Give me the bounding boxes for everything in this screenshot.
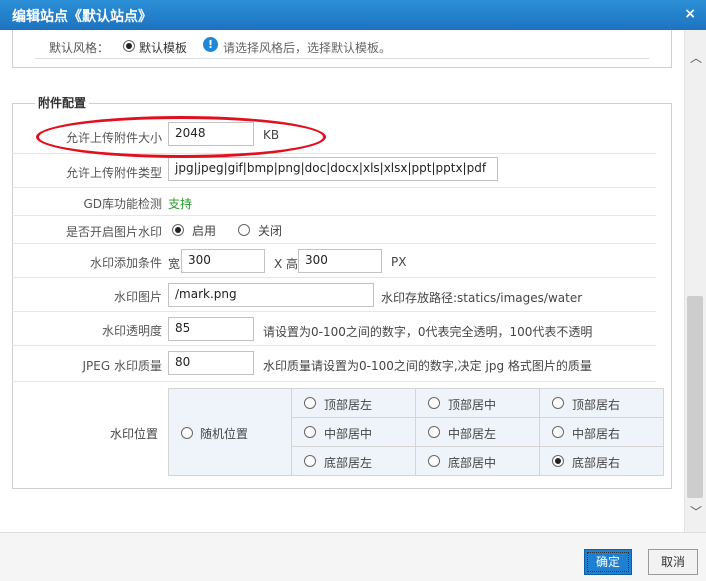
pos-mid-1-radio[interactable] [304,426,316,438]
max-size-input[interactable]: 2048 [168,122,254,146]
watermark-off-label: 关闭 [258,224,283,238]
pos-bottom-left-radio[interactable] [304,455,316,467]
random-position-radio[interactable] [181,427,193,439]
gd-check-label: GD库功能检测 [83,197,162,211]
gd-supported-status: 支持 [168,197,193,211]
pos-bottom-left-label: 底部居左 [324,456,373,470]
pos-top-right-radio[interactable] [552,397,564,409]
watermark-opacity-input[interactable]: 85 [168,317,254,341]
pos-top-right[interactable]: 顶部居右 [539,389,663,418]
pos-top-left-radio[interactable] [304,397,316,409]
pos-bottom-right[interactable]: 底部居右 [539,447,663,476]
jpeg-quality-hint: 水印质量请设置为0-100之间的数字,决定 jpg 格式图片的质量 [263,359,592,373]
watermark-on-radio[interactable] [172,224,184,236]
pos-top-center[interactable]: 顶部居中 [415,389,539,418]
watermark-position-table: 随机位置 顶部居左 顶部居中 顶部居右 中部居中 中部居左 中部居右 底部居左 … [168,388,664,476]
pos-bottom-left[interactable]: 底部居左 [291,447,415,476]
dialog-footer: 确定 取消 [0,532,706,581]
pos-bottom-right-label: 底部居右 [572,456,621,470]
dialog-titlebar: 编辑站点《默认站点》 × [0,0,706,30]
pos-mid-1-label: 中部居中 [324,427,373,441]
allowed-types-input[interactable]: jpg|jpeg|gif|bmp|png|doc|docx|xls|xlsx|p… [168,157,498,181]
gd-check-row: GD库功能检测 [12,188,656,216]
pos-top-right-label: 顶部居右 [572,398,621,412]
pos-mid-right[interactable]: 中部居右 [539,418,663,447]
max-size-row: 允许上传附件大小 [12,118,656,154]
pos-mid-2-label: 中部居左 [448,427,497,441]
pos-top-left-label: 顶部居左 [324,398,373,412]
watermark-image-input[interactable]: /mark.png [168,283,374,307]
max-size-label: 允许上传附件大小 [65,131,162,145]
jpeg-quality-label: JPEG 水印质量 [82,359,162,373]
pos-top-center-radio[interactable] [428,397,440,409]
px-unit: PX [391,255,407,269]
watermark-image-label: 水印图片 [113,290,162,304]
vertical-scrollbar[interactable]: ︿ ﹀ [684,30,706,532]
watermark-height-input[interactable]: 300 [298,249,382,273]
scroll-up-icon[interactable]: ︿ [685,48,706,68]
divider [35,58,649,59]
watermark-enable-label: 是否开启图片水印 [65,225,162,239]
pos-mid-right-label: 中部居右 [572,427,621,441]
dialog-title: 编辑站点《默认站点》 [12,9,152,25]
watermark-opacity-label: 水印透明度 [101,324,162,338]
scroll-thumb[interactable] [687,296,703,498]
pos-bottom-right-radio[interactable] [552,455,564,467]
watermark-opacity-hint: 请设置为0-100之间的数字，0代表完全透明，100代表不透明 [263,325,593,339]
height-prefix: X 高 [274,257,299,271]
default-style-label: 默认风格： [49,41,110,55]
watermark-condition-label: 水印添加条件 [89,256,162,270]
watermark-off-radio[interactable] [238,224,250,236]
watermark-enable-row: 是否开启图片水印 [12,216,656,244]
watermark-width-input[interactable]: 300 [181,249,265,273]
random-position-label: 随机位置 [200,427,249,441]
watermark-on-label: 启用 [192,224,217,238]
width-prefix: 宽 [168,257,181,271]
ok-button[interactable]: 确定 [584,549,632,575]
allowed-types-label: 允许上传附件类型 [65,166,162,180]
pos-bottom-center-label: 底部居中 [448,456,497,470]
default-template-label: 默认模板 [139,41,188,55]
max-size-unit: KB [263,128,280,142]
cancel-button[interactable]: 取消 [648,549,698,575]
style-section: 默认风格： 默认模板 ! 请选择风格后，选择默认模板。 [12,30,672,68]
pos-mid-1[interactable]: 中部居中 [291,418,415,447]
pos-mid-2-radio[interactable] [428,426,440,438]
default-template-radio[interactable] [123,40,135,52]
pos-bottom-center[interactable]: 底部居中 [415,447,539,476]
jpeg-quality-input[interactable]: 80 [168,351,254,375]
pos-mid-2[interactable]: 中部居左 [415,418,539,447]
scroll-down-icon[interactable]: ﹀ [685,502,706,522]
attachment-legend: 附件配置 [35,94,90,111]
watermark-path-hint: 水印存放路径:statics/images/water [381,291,583,305]
pos-top-center-label: 顶部居中 [448,398,497,412]
pos-top-left[interactable]: 顶部居左 [291,389,415,418]
pos-bottom-center-radio[interactable] [428,455,440,467]
watermark-position-label: 水印位置 [110,427,159,441]
info-icon: ! [203,37,218,52]
close-icon[interactable]: × [684,6,696,22]
style-hint: 请选择风格后，选择默认模板。 [223,41,392,55]
pos-mid-right-radio[interactable] [552,426,564,438]
